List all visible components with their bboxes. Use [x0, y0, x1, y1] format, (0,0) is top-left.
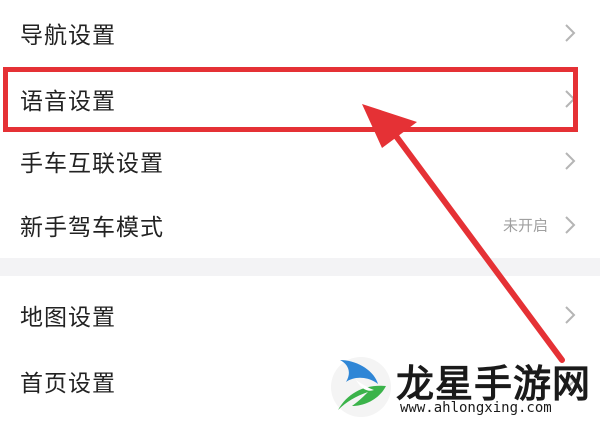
row-label: 首页设置 — [20, 371, 116, 397]
dragon-logo-icon — [331, 357, 391, 417]
chevron-right-icon — [565, 90, 576, 108]
status-text: 未开启 — [502, 216, 548, 235]
row-navigation-settings[interactable]: 导航设置 — [0, 0, 600, 66]
watermark: 龙星手游网 www.ahlongxing.com — [328, 350, 600, 423]
row-label: 语音设置 — [20, 89, 116, 115]
chevron-right-icon — [565, 24, 576, 42]
watermark-url: www.ahlongxing.com — [400, 400, 552, 416]
section-separator — [0, 258, 600, 276]
settings-screen: 导航设置 语音设置 手车互联设置 新手驾车模式 未开启 地图设置 首页设置 龙星… — [0, 0, 600, 423]
chevron-right-icon — [565, 216, 576, 234]
row-map-settings[interactable]: 地图设置 — [0, 282, 600, 348]
row-label: 地图设置 — [20, 305, 116, 331]
row-label: 手车互联设置 — [20, 151, 164, 177]
row-label: 新手驾车模式 — [20, 215, 164, 241]
row-beginner-driving-mode[interactable]: 新手驾车模式 未开启 — [0, 192, 600, 258]
chevron-right-icon — [565, 306, 576, 324]
chevron-right-icon — [565, 152, 576, 170]
row-car-connect-settings[interactable]: 手车互联设置 — [0, 128, 600, 194]
settings-group-primary: 导航设置 语音设置 手车互联设置 新手驾车模式 未开启 — [0, 0, 600, 258]
row-voice-settings[interactable]: 语音设置 — [0, 66, 600, 132]
row-label: 导航设置 — [20, 23, 116, 49]
